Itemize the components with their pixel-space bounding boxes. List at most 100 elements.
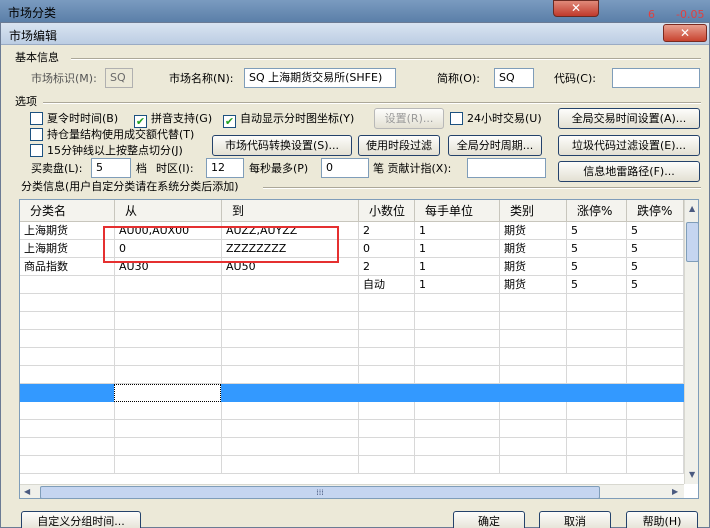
empty-cell[interactable] <box>20 294 115 312</box>
table-cell[interactable]: 期货 <box>500 240 567 258</box>
table-cell[interactable]: 上海期货 <box>20 240 115 258</box>
empty-cell[interactable] <box>20 348 115 366</box>
empty-cell[interactable] <box>627 294 684 312</box>
ok-button[interactable]: 确定 <box>453 511 525 528</box>
table-cell[interactable] <box>115 276 222 294</box>
empty-cell[interactable] <box>415 348 500 366</box>
table-cell[interactable]: 期货 <box>500 276 567 294</box>
empty-cell[interactable] <box>222 348 359 366</box>
empty-cell[interactable] <box>20 330 115 348</box>
empty-cell[interactable] <box>415 456 500 474</box>
empty-cell[interactable] <box>222 294 359 312</box>
table-cell[interactable]: 1 <box>415 276 500 294</box>
table-cell[interactable] <box>222 276 359 294</box>
empty-cell[interactable] <box>627 438 684 456</box>
scroll-right-icon[interactable]: ▶ <box>672 487 678 496</box>
empty-cell[interactable] <box>359 366 415 384</box>
column-header-type[interactable]: 类别 <box>500 200 567 222</box>
empty-cell[interactable] <box>500 456 567 474</box>
column-header-from[interactable]: 从 <box>115 200 222 222</box>
column-header-limit-up[interactable]: 涨停% <box>567 200 627 222</box>
table-cell[interactable]: 5 <box>567 276 627 294</box>
empty-cell[interactable] <box>627 456 684 474</box>
table-cell[interactable]: 5 <box>627 258 684 276</box>
empty-cell[interactable] <box>567 402 627 420</box>
vertical-scroll-thumb[interactable] <box>686 222 698 262</box>
empty-cell[interactable] <box>359 348 415 366</box>
empty-cell[interactable] <box>500 330 567 348</box>
empty-cell[interactable] <box>20 366 115 384</box>
empty-cell[interactable] <box>567 366 627 384</box>
empty-cell[interactable] <box>359 294 415 312</box>
empty-cell[interactable] <box>115 402 222 420</box>
daylight-saving-checkbox[interactable]: 夏令时时间(B) <box>30 112 118 126</box>
timezone-field[interactable]: 12 <box>206 158 244 178</box>
column-header-decimals[interactable]: 小数位 <box>359 200 415 222</box>
global-trade-time-button[interactable]: 全局交易时间设置(A)... <box>558 108 700 129</box>
empty-cell[interactable] <box>222 366 359 384</box>
empty-cell[interactable] <box>359 330 415 348</box>
table-cell[interactable] <box>20 276 115 294</box>
table-cell[interactable]: 1 <box>415 222 500 240</box>
table-cell[interactable]: 5 <box>567 258 627 276</box>
empty-cell[interactable] <box>627 402 684 420</box>
custom-group-time-button[interactable]: 自定义分组时间... <box>21 511 141 528</box>
empty-cell[interactable] <box>627 420 684 438</box>
market-code-convert-button[interactable]: 市场代码转换设置(S)... <box>212 135 352 156</box>
empty-cell[interactable] <box>627 330 684 348</box>
empty-cell[interactable] <box>415 312 500 330</box>
outer-close-button[interactable]: ✕ <box>553 0 599 17</box>
table-cell[interactable]: 期货 <box>500 258 567 276</box>
market-name-field[interactable]: SQ 上海期货交易所(SHFE) <box>244 68 396 88</box>
empty-cell[interactable] <box>627 366 684 384</box>
empty-cell[interactable] <box>415 438 500 456</box>
empty-cell[interactable] <box>567 330 627 348</box>
table-cell[interactable]: 5 <box>627 222 684 240</box>
table-cell[interactable]: 期货 <box>500 222 567 240</box>
empty-cell[interactable] <box>20 420 115 438</box>
empty-cell[interactable] <box>222 402 359 420</box>
empty-cell[interactable] <box>359 420 415 438</box>
empty-cell[interactable] <box>115 438 222 456</box>
code-field[interactable] <box>612 68 700 88</box>
table-cell[interactable]: 1 <box>415 258 500 276</box>
empty-cell[interactable] <box>222 456 359 474</box>
contribution-field[interactable] <box>467 158 546 178</box>
dialog-close-button[interactable]: ✕ <box>663 24 707 42</box>
empty-cell[interactable] <box>115 312 222 330</box>
junk-code-filter-button[interactable]: 垃圾代码过滤设置(E)... <box>558 135 700 156</box>
empty-cell[interactable] <box>567 312 627 330</box>
empty-cell[interactable] <box>222 438 359 456</box>
empty-cell[interactable] <box>627 312 684 330</box>
table-cell[interactable]: 0 <box>359 240 415 258</box>
empty-cell[interactable] <box>415 330 500 348</box>
empty-cell[interactable] <box>222 330 359 348</box>
auto-show-axis-checkbox[interactable]: ✔ 自动显示分时图坐标(Y) <box>223 112 354 128</box>
horizontal-scrollbar[interactable]: ◀ ⁞⁞⁞ ▶ <box>20 484 684 498</box>
empty-cell[interactable] <box>115 456 222 474</box>
empty-cell[interactable] <box>567 420 627 438</box>
info-mine-path-button[interactable]: 信息地雷路径(F)... <box>558 161 700 182</box>
empty-cell[interactable] <box>627 348 684 366</box>
table-cell[interactable]: 上海期货 <box>20 222 115 240</box>
empty-cell[interactable] <box>415 366 500 384</box>
empty-cell[interactable] <box>20 438 115 456</box>
settings-button[interactable]: 设置(R)... <box>374 108 444 129</box>
empty-cell[interactable] <box>359 438 415 456</box>
empty-cell[interactable] <box>567 456 627 474</box>
empty-cell[interactable] <box>20 312 115 330</box>
empty-cell[interactable] <box>415 294 500 312</box>
pinyin-support-checkbox[interactable]: ✔ 拼音支持(G) <box>134 112 212 128</box>
column-header-lot-unit[interactable]: 每手单位 <box>415 200 500 222</box>
table-cell[interactable]: 5 <box>567 240 627 258</box>
table-cell[interactable]: 2 <box>359 222 415 240</box>
empty-cell[interactable] <box>415 420 500 438</box>
position-structure-checkbox[interactable]: 持仓量结构使用成交额代替(T) <box>30 128 194 142</box>
column-header-to[interactable]: 到 <box>222 200 359 222</box>
abbr-field[interactable]: SQ <box>494 68 534 88</box>
empty-cell[interactable] <box>500 348 567 366</box>
empty-cell[interactable] <box>20 402 115 420</box>
empty-cell[interactable] <box>20 456 115 474</box>
empty-cell[interactable] <box>222 312 359 330</box>
vertical-scrollbar[interactable]: ▲ ▼ <box>684 200 698 484</box>
